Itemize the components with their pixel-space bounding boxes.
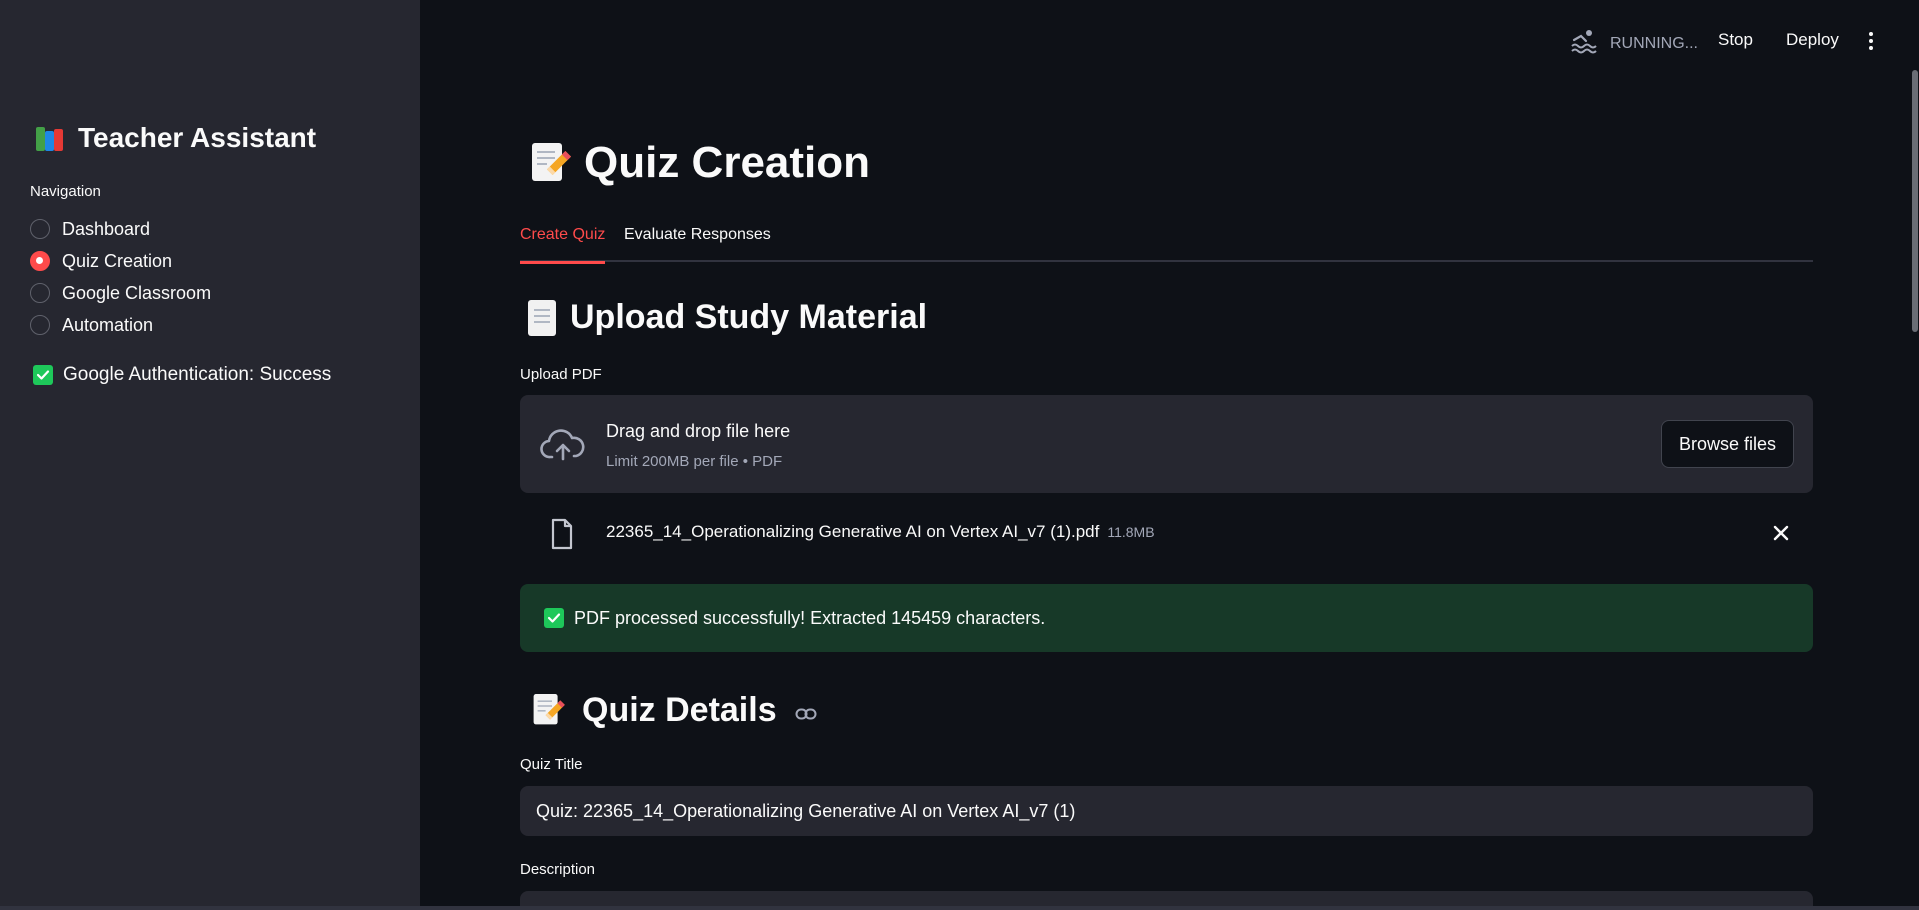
page-title-text: Quiz Creation [584, 138, 871, 187]
radio-icon[interactable] [30, 315, 50, 335]
file-name-text: 22365_14_Operationalizing Generative AI … [606, 522, 1100, 541]
uploaded-file-name: 22365_14_Operationalizing Generative AI … [606, 522, 1155, 542]
browse-files-button[interactable]: Browse files [1661, 420, 1794, 468]
navigation-label: Navigation [30, 183, 101, 200]
file-size: 11.8MB [1107, 524, 1155, 540]
running-status: RUNNING... [1570, 28, 1698, 59]
auth-status-text: Google Authentication: Success [63, 364, 332, 385]
stop-button[interactable]: Stop [1718, 30, 1753, 50]
radio-icon[interactable] [30, 283, 50, 303]
quiz-title-input[interactable]: Quiz: 22365_14_Operationalizing Generati… [520, 786, 1813, 836]
swimmer-icon [1570, 28, 1598, 59]
dropzone-text: Drag and drop file here [606, 421, 791, 441]
upload-pdf-label: Upload PDF [520, 366, 602, 383]
bottom-border [0, 906, 1919, 910]
quiz-title-label: Quiz Title [520, 756, 583, 773]
sidebar-title: Teacher Assistant [34, 122, 316, 154]
nav-item-label: Quiz Creation [62, 250, 173, 271]
upload-section-heading: Upload Study Material [528, 298, 927, 337]
success-alert: PDF processed successfully! Extracted 14… [520, 584, 1813, 652]
running-status-text: RUNNING... [1610, 34, 1698, 52]
scrollbar[interactable] [1912, 70, 1918, 332]
books-icon [34, 123, 66, 153]
close-icon[interactable] [1772, 524, 1790, 547]
memo-icon [532, 692, 565, 727]
nav-item-google-classroom[interactable]: Google Classroom [30, 277, 211, 309]
document-icon [528, 299, 556, 336]
quiz-details-heading: Quiz Details [528, 688, 817, 732]
dropzone-limit-text: Limit 200MB per file • PDF [606, 453, 783, 470]
uploaded-file-row: 22365_14_Operationalizing Generative AI … [520, 510, 1813, 558]
navigation-radio-group: Dashboard Quiz Creation Google Classroom… [30, 213, 211, 341]
radio-icon[interactable] [30, 219, 50, 239]
deploy-button[interactable]: Deploy [1786, 30, 1839, 50]
sidebar: Teacher Assistant Navigation Dashboard Q… [0, 0, 420, 910]
success-message: PDF processed successfully! Extracted 14… [574, 607, 1046, 628]
check-icon [544, 608, 564, 628]
auth-status: Google Authentication: Success [33, 364, 331, 386]
nav-item-quiz-creation[interactable]: Quiz Creation [30, 245, 211, 277]
more-options-icon[interactable] [1866, 30, 1876, 52]
page-title: Quiz Creation [530, 138, 870, 188]
link-icon[interactable] [795, 691, 817, 730]
memo-icon [530, 141, 572, 185]
upload-section-heading-text: Upload Study Material [570, 298, 928, 336]
quiz-details-heading-text: Quiz Details [582, 690, 777, 729]
file-icon [550, 518, 574, 555]
cloud-upload-icon [540, 425, 586, 468]
check-icon [33, 365, 53, 385]
tab-bar: Create Quiz Evaluate Responses [520, 222, 1813, 264]
nav-item-label: Google Classroom [62, 282, 212, 303]
radio-selected-icon[interactable] [30, 251, 50, 271]
description-label: Description [520, 861, 596, 878]
tab-evaluate-responses[interactable]: Evaluate Responses [624, 226, 771, 261]
nav-item-label: Automation [62, 314, 154, 335]
tab-create-quiz[interactable]: Create Quiz [520, 226, 606, 264]
nav-item-automation[interactable]: Automation [30, 309, 211, 341]
sidebar-title-text: Teacher Assistant [78, 122, 317, 153]
file-dropzone[interactable]: Drag and drop file here Limit 200MB per … [520, 395, 1813, 493]
nav-item-label: Dashboard [62, 218, 151, 239]
nav-item-dashboard[interactable]: Dashboard [30, 213, 211, 245]
